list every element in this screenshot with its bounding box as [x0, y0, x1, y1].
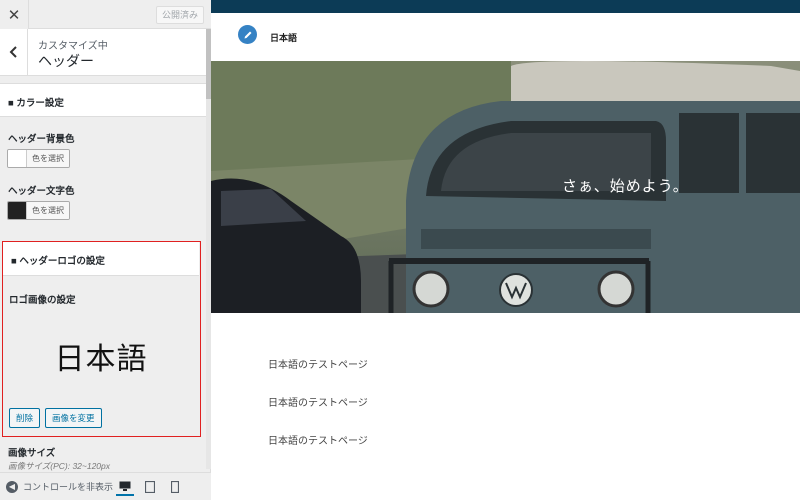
mobile-preview-button[interactable]: [166, 478, 184, 496]
chevron-left-icon: [9, 46, 17, 58]
header-bg-color-button[interactable]: 色を選択: [7, 149, 70, 168]
header-text-button-label: 色を選択: [27, 202, 69, 219]
hero-photo: [211, 61, 800, 313]
header-text-color-button[interactable]: 色を選択: [7, 201, 70, 220]
tablet-preview-button[interactable]: [141, 478, 159, 496]
page-link[interactable]: 日本語のテストページ: [268, 356, 368, 371]
collapse-icon: ◀: [6, 480, 18, 493]
site-preview: 日本語 さぁ、始めよう。 日本語のテストページ 日本語のテストページ 日本語のテ…: [211, 0, 800, 500]
section-title: ヘッダー: [38, 53, 94, 69]
customizer-sidebar: ✕ 公開済み カスタマイズ中 ヘッダー ■ カラー設定 ヘッダー背景色 色を選択…: [0, 0, 211, 500]
tablet-icon: [145, 481, 155, 493]
close-button[interactable]: ✕: [0, 0, 29, 29]
customizer-topbar: ✕ 公開済み: [0, 0, 211, 29]
header-text-swatch: [8, 202, 27, 219]
page-link[interactable]: 日本語のテストページ: [268, 432, 368, 447]
hide-controls-button[interactable]: ◀ コントロールを非表示: [6, 480, 113, 493]
publish-button[interactable]: 公開済み: [155, 6, 204, 24]
pencil-icon: [244, 31, 251, 38]
change-image-button[interactable]: 画像を変更: [45, 408, 102, 428]
desktop-preview-button[interactable]: [116, 478, 134, 496]
customizer-footer: ◀ コントロールを非表示: [0, 472, 211, 500]
logo-settings-heading: ■ ヘッダーロゴの設定: [3, 242, 199, 276]
hero-image: さぁ、始めよう。: [211, 61, 800, 313]
back-button[interactable]: [0, 29, 28, 75]
logo-preview[interactable]: 日本語: [7, 307, 195, 405]
header-bg-button-label: 色を選択: [27, 150, 69, 167]
desktop-icon: [119, 481, 131, 491]
header-text-label: ヘッダー文字色: [8, 186, 75, 197]
header-bg-label: ヘッダー背景色: [8, 134, 75, 145]
image-size-label: 画像サイズ: [8, 448, 56, 459]
mobile-icon: [171, 481, 179, 493]
site-header: 日本語: [211, 13, 800, 61]
header-bg-swatch: [8, 150, 27, 167]
page-link[interactable]: 日本語のテストページ: [268, 394, 368, 409]
site-title[interactable]: 日本語: [270, 31, 297, 44]
breadcrumb: カスタマイズ中: [38, 41, 108, 52]
hide-controls-label: コントロールを非表示: [23, 482, 114, 492]
remove-logo-button[interactable]: 削除: [9, 408, 41, 428]
header-logo-panel: ■ ヘッダーロゴの設定 ロゴ画像の設定 日本語 削除 画像を変更: [2, 241, 201, 437]
preview-top-bar: [211, 0, 800, 13]
edit-shortcut-button[interactable]: [238, 25, 257, 44]
hero-tagline: さぁ、始めよう。: [562, 178, 689, 195]
logo-image-label: ロゴ画像の設定: [9, 295, 76, 306]
section-header: カスタマイズ中 ヘッダー: [0, 29, 206, 76]
close-icon: ✕: [7, 6, 21, 24]
image-size-hint: 画像サイズ(PC): 32~120px: [8, 461, 111, 471]
color-settings-heading: ■ カラー設定: [0, 83, 206, 117]
